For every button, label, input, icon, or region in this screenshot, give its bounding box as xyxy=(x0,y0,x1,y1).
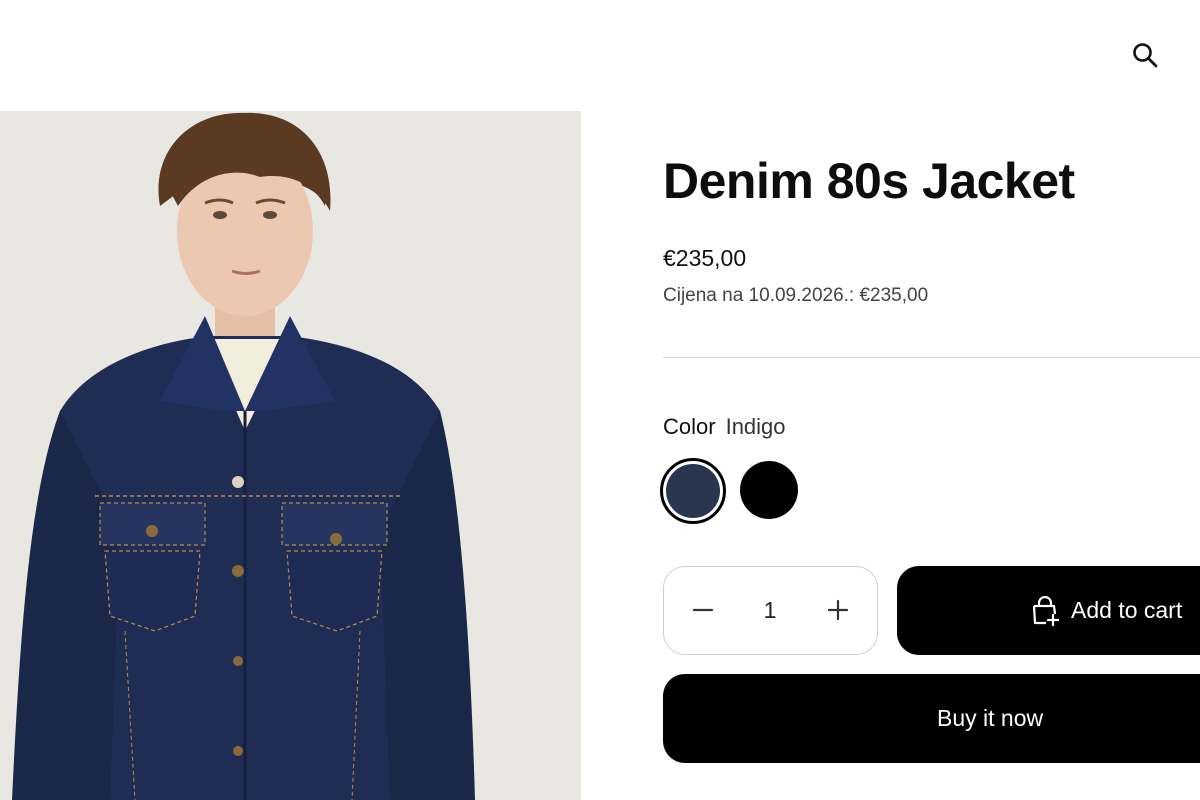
swatch-black[interactable] xyxy=(740,461,798,519)
swatch-indigo-fill xyxy=(666,464,720,518)
selected-color-name: Indigo xyxy=(725,414,786,439)
add-to-cart-label: Add to cart xyxy=(1071,597,1183,623)
add-to-cart-icon xyxy=(1031,595,1059,626)
add-to-cart-button[interactable]: Add to cart xyxy=(897,566,1200,655)
plus-icon xyxy=(827,599,849,621)
quantity-stepper: 1 xyxy=(663,566,878,655)
minus-icon xyxy=(692,608,714,612)
color-option-label: Color Indigo xyxy=(663,414,786,440)
product-image[interactable] xyxy=(0,111,581,800)
quantity-increase-button[interactable] xyxy=(805,567,871,653)
quantity-input[interactable]: 1 xyxy=(730,567,810,653)
product-price: €235,00 xyxy=(663,245,747,271)
buy-now-label: Buy it now xyxy=(937,705,1044,731)
buy-now-button[interactable]: Buy it now xyxy=(663,674,1200,763)
swatch-indigo[interactable] xyxy=(660,458,726,524)
product-page: Denim 80s Jacket €235,00 Cijena na 10.09… xyxy=(0,0,1200,800)
unit-price-note: Cijena na 10.09.2026.: €235,00 xyxy=(663,285,929,306)
product-title: Denim 80s Jacket xyxy=(663,153,1075,209)
quantity-decrease-button[interactable] xyxy=(670,567,736,653)
search-button[interactable] xyxy=(1128,38,1162,72)
search-icon xyxy=(1133,43,1158,68)
color-label: Color xyxy=(663,414,716,439)
divider xyxy=(663,357,1200,358)
